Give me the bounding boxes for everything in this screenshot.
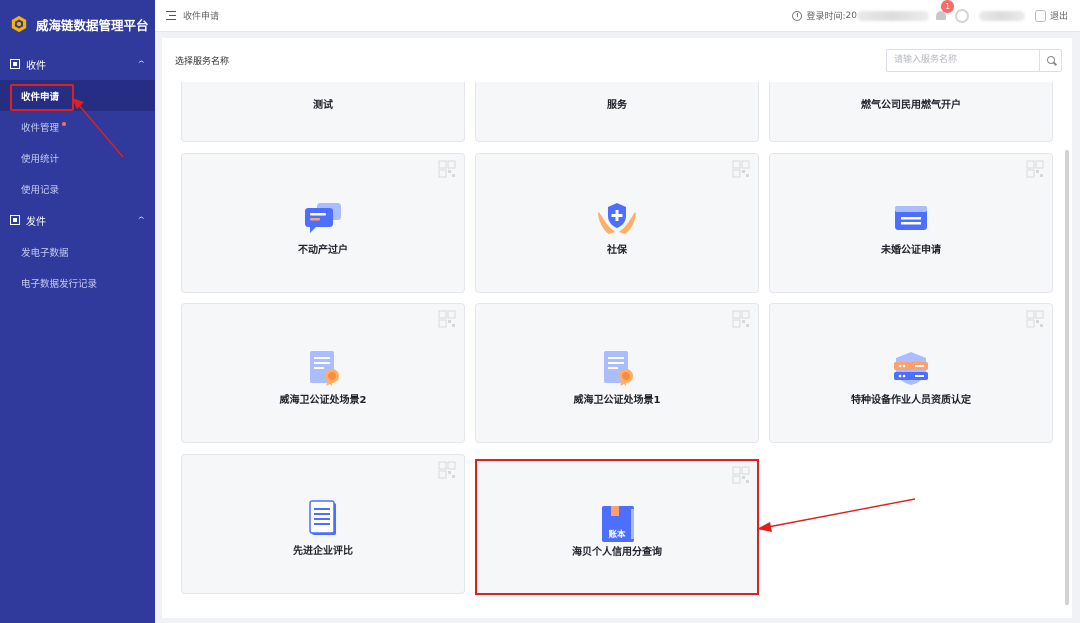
sidebar-item-receive-manage[interactable]: 收件管理 (0, 111, 155, 142)
avatar[interactable] (954, 8, 969, 23)
service-card-haibei-credit[interactable]: 账本 海贝个人信用分查询 (475, 459, 759, 595)
search-button[interactable] (1039, 49, 1061, 71)
logout-icon[interactable] (1034, 9, 1046, 22)
qr-corner-icon (732, 466, 750, 484)
sidebar-item-send-data[interactable]: 发电子数据 (0, 236, 155, 267)
notification-badge: 1 (940, 0, 954, 13)
card-title: 不动产过户 (298, 245, 348, 256)
card-title: 测试 (313, 100, 333, 111)
menu-group-label: 发件 (26, 216, 46, 228)
sidebar-item-receive-apply[interactable]: 收件申请 (0, 80, 155, 111)
sidebar-item-usage-records[interactable]: 使用记录 (0, 173, 155, 204)
certificate-icon (594, 348, 640, 388)
login-time-value: 20 (845, 10, 857, 21)
service-card-notary-scene-1[interactable]: 威海卫公证处场景1 (475, 303, 759, 443)
service-card-property-transfer[interactable]: 不动产过户 (181, 153, 465, 293)
panel-header: 选择服务名称 (162, 38, 1072, 82)
header-right: 登录时间: 20 1 退出 (792, 0, 1080, 23)
search-icon (1046, 56, 1055, 64)
document-icon (300, 499, 346, 539)
sidebar-item-label: 使用统计 (21, 153, 60, 165)
bell-icon[interactable]: 1 (935, 0, 954, 22)
search-input[interactable] (887, 49, 1039, 71)
card-title: 服务 (607, 100, 627, 111)
sidebar-item-label: 电子数据发行记录 (21, 278, 98, 290)
shield-hands-icon (594, 198, 640, 238)
redacted-text (856, 10, 929, 21)
clock-icon (792, 10, 803, 21)
sidebar-item-usage-stats[interactable]: 使用统计 (0, 142, 155, 173)
card-title: 未婚公证申请 (881, 245, 941, 256)
card-icon (888, 198, 934, 238)
qr-corner-icon (732, 160, 750, 178)
collapse-menu-icon[interactable] (166, 11, 176, 20)
outbox-icon (10, 215, 20, 225)
chevron-up-icon: ^ (137, 60, 145, 68)
server-shield-icon (888, 348, 934, 388)
service-card-test[interactable]: 测试 (181, 82, 465, 142)
menu-group-receive[interactable]: 收件 ^ (0, 48, 155, 80)
service-card-gas-account[interactable]: 燃气公司民用燃气开户 (769, 82, 1053, 142)
menu-group-label: 收件 (26, 60, 46, 72)
qr-corner-icon (1026, 310, 1044, 328)
chat-icon (300, 198, 346, 238)
service-card-enterprise-award[interactable]: 先进企业评比 (181, 454, 465, 594)
qr-corner-icon (438, 461, 456, 479)
sidebar: 威海链数据管理平台 收件 ^ 收件申请 收件管理 使用统计 使用记录 发件 ^ … (0, 0, 155, 623)
card-title: 威海卫公证处场景2 (279, 395, 367, 406)
chevron-up-icon: ^ (137, 216, 145, 224)
qr-corner-icon (438, 160, 456, 178)
logo-icon (11, 15, 27, 33)
service-card-social-security[interactable]: 社保 (475, 153, 759, 293)
service-card-service[interactable]: 服务 (475, 82, 759, 142)
card-title: 燃气公司民用燃气开户 (861, 100, 961, 111)
top-header: 收件申请 登录时间: 20 1 退出 (155, 0, 1080, 32)
brand: 威海链数据管理平台 (0, 0, 155, 48)
card-title: 威海卫公证处场景1 (573, 395, 661, 406)
redacted-username (978, 10, 1025, 21)
ledger-book-icon: 账本 (594, 504, 640, 544)
qr-corner-icon (732, 310, 750, 328)
card-title: 海贝个人信用分查询 (572, 547, 662, 558)
qr-corner-icon (438, 310, 456, 328)
menu-group-send[interactable]: 发件 ^ (0, 204, 155, 236)
service-panel: 选择服务名称 测试 服务 燃气公司民用燃气开户 不动产过户 社保 (162, 38, 1072, 618)
card-title: 社保 (607, 245, 627, 256)
breadcrumb: 收件申请 (183, 12, 220, 22)
ledger-book-label: 账本 (608, 530, 626, 540)
sidebar-item-label: 发电子数据 (21, 247, 69, 259)
service-card-special-equipment[interactable]: 特种设备作业人员资质认定 (769, 303, 1053, 443)
logout-link[interactable]: 退出 (1050, 9, 1068, 22)
card-title: 先进企业评比 (293, 546, 353, 557)
qr-corner-icon (1026, 160, 1044, 178)
login-time-label: 登录时间: (806, 12, 846, 22)
sidebar-item-label: 收件管理 (21, 122, 60, 134)
app-title: 威海链数据管理平台 (36, 17, 149, 33)
card-title: 特种设备作业人员资质认定 (851, 395, 971, 406)
sidebar-item-label: 收件申请 (21, 91, 60, 103)
scrollbar[interactable] (1065, 150, 1069, 605)
notification-dot (62, 121, 67, 126)
inbox-icon (10, 59, 20, 69)
service-card-unmarried-notary[interactable]: 未婚公证申请 (769, 153, 1053, 293)
sidebar-item-issue-records[interactable]: 电子数据发行记录 (0, 267, 155, 298)
sidebar-item-label: 使用记录 (21, 184, 60, 196)
section-label: 选择服务名称 (175, 56, 230, 67)
certificate-icon (300, 348, 346, 388)
service-card-notary-scene-2[interactable]: 威海卫公证处场景2 (181, 303, 465, 443)
search-box (886, 48, 1062, 72)
